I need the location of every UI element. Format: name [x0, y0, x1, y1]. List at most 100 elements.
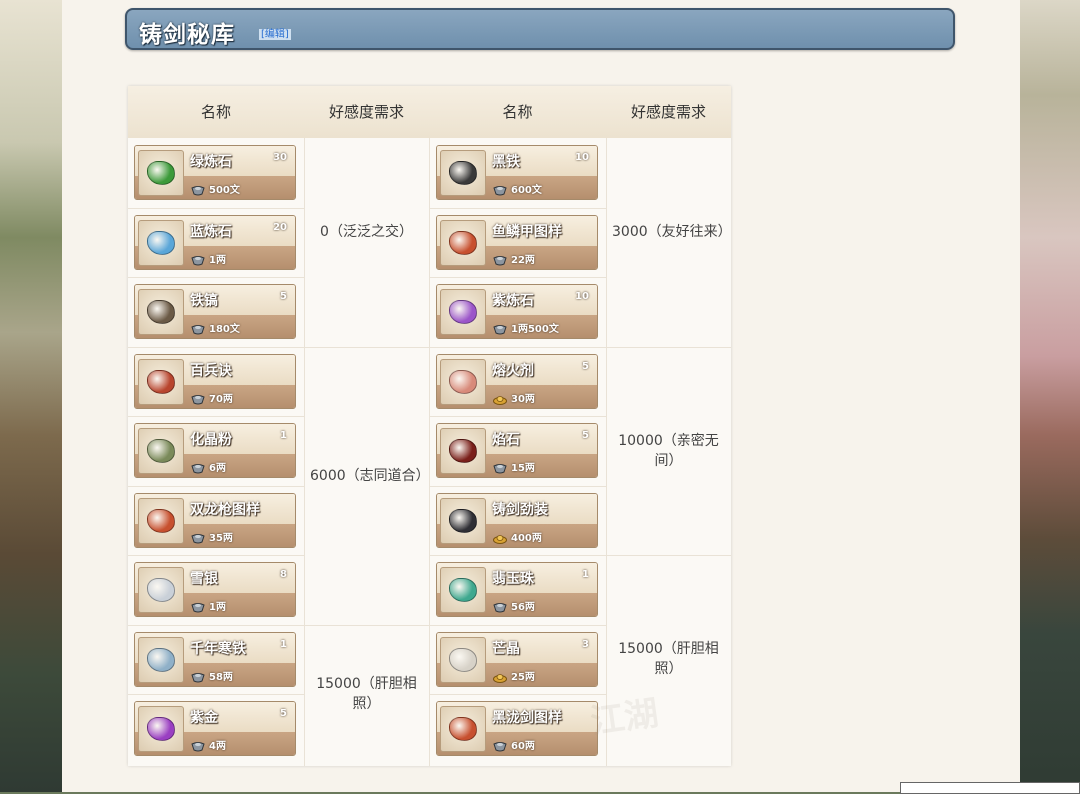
item-icon — [440, 637, 486, 683]
list-item[interactable]: 紫炼石 10 1两500文 — [436, 284, 598, 339]
silver-ingot-icon — [191, 598, 205, 613]
item-name: 鱼鳞甲图样 — [492, 224, 562, 240]
item-icon — [440, 150, 486, 196]
list-item[interactable]: 黑泷剑图样 60两 — [436, 701, 598, 756]
affinity-requirement: 15000（肝胆相照） — [618, 641, 719, 677]
table-header-row: 名称 好感度需求 名称 好感度需求 — [128, 86, 731, 138]
item-name: 黑铁 — [492, 154, 520, 170]
item-count: 10 — [575, 291, 589, 302]
item-price: 35两 — [209, 533, 233, 544]
row-divider — [128, 208, 304, 209]
item-icon — [138, 289, 184, 335]
item-count: 5 — [280, 708, 287, 719]
row-divider — [429, 208, 606, 209]
item-glyph — [147, 578, 175, 602]
list-item[interactable]: 翡玉珠 1 56两 — [436, 562, 598, 617]
item-name: 绿炼石 — [190, 154, 232, 170]
item-name: 翡玉珠 — [492, 571, 534, 587]
item-name: 紫炼石 — [492, 293, 534, 309]
list-item[interactable]: 熔火剂 5 30两 — [436, 354, 598, 409]
item-icon — [138, 428, 184, 474]
forge-vault-table: 名称 好感度需求 名称 好感度需求 绿炼石 30 500文 蓝炼石 20 1两 铁镐 5 180… — [128, 86, 732, 766]
item-icon — [138, 359, 184, 405]
section-title: 铸剑秘库 — [139, 22, 235, 48]
bottom-widget — [900, 782, 1080, 794]
list-item[interactable]: 绿炼石 30 500文 — [134, 145, 296, 200]
item-icon — [440, 220, 486, 266]
row-divider — [128, 277, 304, 278]
affinity-requirement: 3000（友好往来） — [612, 224, 732, 240]
edit-link[interactable]: [编辑] — [259, 25, 291, 40]
list-item[interactable]: 鱼鳞甲图样 22两 — [436, 215, 598, 270]
item-glyph — [147, 370, 175, 394]
list-item[interactable]: 蓝炼石 20 1两 — [134, 215, 296, 270]
item-price: 70两 — [209, 394, 233, 405]
item-icon — [440, 359, 486, 405]
list-item[interactable]: 百兵诀 70两 — [134, 354, 296, 409]
item-price: 60两 — [511, 741, 535, 752]
header-affinity-left: 好感度需求 — [328, 103, 404, 121]
row-divider — [128, 694, 304, 695]
row-divider — [429, 486, 606, 487]
item-price: 1两 — [209, 602, 226, 613]
item-count: 8 — [280, 569, 287, 580]
item-glyph — [449, 439, 477, 463]
item-name: 熔火剂 — [492, 363, 534, 379]
item-icon — [440, 706, 486, 752]
item-name: 黑泷剑图样 — [492, 710, 562, 726]
item-price: 22两 — [511, 255, 535, 266]
column-divider — [304, 138, 305, 766]
item-count: 1 — [582, 569, 589, 580]
item-glyph — [147, 300, 175, 324]
silver-ingot-icon — [191, 459, 205, 474]
item-price: 1两 — [209, 255, 226, 266]
list-item[interactable]: 雪银 8 1两 — [134, 562, 296, 617]
item-icon — [138, 150, 184, 196]
item-count: 10 — [575, 152, 589, 163]
item-count: 5 — [582, 361, 589, 372]
item-price: 25两 — [511, 672, 535, 683]
item-price: 58两 — [209, 672, 233, 683]
group-divider — [606, 347, 731, 348]
item-name: 雪银 — [190, 571, 218, 587]
left-background-art — [0, 0, 62, 792]
list-item[interactable]: 化晶粉 1 6两 — [134, 423, 296, 478]
silver-ingot-icon — [191, 737, 205, 752]
item-icon — [440, 567, 486, 613]
group-divider — [304, 347, 429, 348]
item-count: 1 — [280, 639, 287, 650]
gold-ingot-icon — [493, 390, 507, 405]
item-glyph — [147, 717, 175, 741]
silver-ingot-icon — [191, 668, 205, 683]
row-divider — [128, 486, 304, 487]
list-item[interactable]: 芒晶 3 25两 — [436, 632, 598, 687]
item-price: 180文 — [209, 324, 240, 335]
list-item[interactable]: 黑铁 10 600文 — [436, 145, 598, 200]
item-count: 1 — [280, 430, 287, 441]
list-item[interactable]: 双龙枪图样 35两 — [134, 493, 296, 548]
column-divider — [429, 138, 430, 766]
list-item[interactable]: 千年寒铁 1 58两 — [134, 632, 296, 687]
item-glyph — [449, 231, 477, 255]
right-background-art — [1020, 0, 1080, 792]
item-name: 铸剑劲装 — [492, 502, 548, 518]
item-glyph — [449, 648, 477, 672]
list-item[interactable]: 铸剑劲装 400两 — [436, 493, 598, 548]
row-divider — [128, 625, 304, 626]
item-icon — [138, 567, 184, 613]
gold-ingot-icon — [493, 529, 507, 544]
row-divider — [128, 416, 304, 417]
item-glyph — [147, 231, 175, 255]
gold-ingot-icon — [493, 668, 507, 683]
item-glyph — [449, 578, 477, 602]
silver-ingot-icon — [493, 251, 507, 266]
header-name-left: 名称 — [200, 103, 231, 121]
row-divider — [429, 625, 606, 626]
list-item[interactable]: 紫金 5 4两 — [134, 701, 296, 756]
list-item[interactable]: 铁镐 5 180文 — [134, 284, 296, 339]
item-icon — [440, 428, 486, 474]
item-price: 1两500文 — [511, 324, 559, 335]
column-divider — [606, 138, 607, 766]
list-item[interactable]: 焰石 5 15两 — [436, 423, 598, 478]
silver-ingot-icon — [493, 598, 507, 613]
